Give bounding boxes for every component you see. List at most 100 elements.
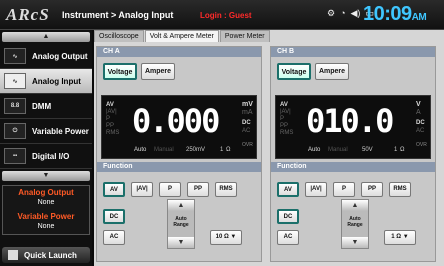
clock: 10:09AM [363, 3, 427, 26]
channel-a-manual: Manual [154, 147, 174, 153]
display-label-dc: DC [242, 120, 251, 126]
app-logo: ARcS [6, 5, 50, 24]
sidebar-item-digital-io[interactable]: ▪▪ Digital I/O [0, 144, 92, 169]
display-label-av: AV [280, 102, 288, 108]
channel-b-mode-row: Voltage Ampere [271, 57, 435, 80]
channel-b-function-row: AV |AV| P PP RMS [277, 182, 411, 197]
dio-icon: ▪▪ [4, 148, 26, 164]
channel-a-ohm: 1 [220, 147, 224, 153]
analog-output-status-label: Analog Output [18, 188, 74, 197]
channel-b-auto: Auto [308, 147, 321, 153]
channel-b-ohm: 1 [394, 147, 398, 153]
output-status-box: Analog Output None Variable Power None [2, 185, 90, 235]
range-up-button[interactable]: ▲ [342, 200, 368, 211]
channel-b-ohm-unit: Ω [400, 147, 405, 153]
tab-power-meter[interactable]: Power Meter [219, 30, 270, 42]
channel-a-voltage-button[interactable]: Voltage [103, 63, 137, 80]
range-down-button[interactable]: ▼ [342, 237, 368, 248]
channel-b-unit-sub: A [416, 109, 421, 116]
settings-icon[interactable]: ⚙ [327, 8, 335, 19]
display-label-ac: AC [416, 128, 425, 134]
channel-b-function-p[interactable]: P [333, 182, 355, 197]
login-status[interactable]: Login : Guest [200, 11, 252, 20]
sidebar-item-label: DMM [32, 101, 52, 111]
display-label-rms: RMS [106, 130, 120, 136]
display-label-rms: RMS [280, 130, 294, 136]
variable-power-status-value: None [37, 223, 55, 230]
channel-a-function-row: AV |AV| P PP RMS [103, 182, 237, 197]
quick-launch-button[interactable]: Quick Launch [2, 247, 90, 263]
title-bar: ARcS Instrument > Analog Input Login : G… [0, 0, 444, 30]
channel-b-ac-button[interactable]: AC [277, 230, 299, 245]
channel-a-function-av[interactable]: AV [103, 182, 125, 197]
display-label-av: AV [106, 102, 114, 108]
scroll-up-button[interactable]: ▲ [2, 32, 90, 42]
channel-a-title: CH A [97, 47, 261, 57]
wifi-icon: ◔ [340, 8, 346, 18]
channel-b-auto-range[interactable]: Auto Range [342, 211, 368, 237]
channel-a-ac-button[interactable]: AC [103, 230, 125, 245]
channel-a-display: AV |AV| P PP RMS 0.000 mV mA DC AC Auto … [101, 95, 257, 159]
sidebar-item-label: Analog Input [32, 76, 81, 86]
sidebar-item-label: Analog Output [32, 51, 88, 61]
channel-b-voltage-button[interactable]: Voltage [277, 63, 311, 80]
channel-b-panel: CH B Voltage Ampere AV |AV| P PP RMS 010… [270, 46, 436, 262]
channel-a-function-p[interactable]: P [159, 182, 181, 197]
channel-a-reading: 0.000 [132, 102, 220, 140]
channel-a-ohm-unit: Ω [226, 147, 231, 153]
channel-b-range-control: ▲ Auto Range ▼ [341, 199, 369, 249]
range-down-button[interactable]: ▼ [168, 237, 194, 248]
channel-b-ohm-select[interactable]: 1 Ω ▼ [384, 230, 416, 245]
channel-b-dc-button[interactable]: DC [277, 209, 299, 224]
channel-a-auto: Auto [134, 147, 147, 153]
display-label-abs-av: |AV| [280, 109, 291, 115]
sidebar-item-analog-input[interactable]: ∿ Analog Input [0, 69, 92, 94]
display-label-pp: PP [106, 123, 115, 129]
channel-b-function-av[interactable]: AV [277, 182, 299, 197]
display-label-p: P [106, 116, 111, 122]
channel-a-unit-main: mV [242, 101, 253, 108]
tab-oscilloscope[interactable]: Oscilloscope [94, 30, 144, 42]
channel-b-function-rms[interactable]: RMS [389, 182, 411, 197]
sidebar: ▲ ∿ Analog Output ∿ Analog Input 8.8 DMM… [0, 30, 92, 266]
channel-a-auto-range[interactable]: Auto Range [168, 211, 194, 237]
clock-time: 10:09 [363, 3, 412, 25]
channel-b-reading: 010.0 [306, 102, 394, 140]
sidebar-item-label: Digital I/O [32, 151, 70, 161]
channel-a-range-control: ▲ Auto Range ▼ [167, 199, 195, 249]
sidebar-item-variable-power[interactable]: ⏻ Variable Power [0, 119, 92, 144]
channel-b-ampere-button[interactable]: Ampere [315, 63, 349, 80]
channel-a-dc-button[interactable]: DC [103, 209, 125, 224]
sidebar-item-dmm[interactable]: 8.8 DMM [0, 94, 92, 119]
sidebar-menu: ∿ Analog Output ∿ Analog Input 8.8 DMM ⏻… [0, 44, 92, 169]
channel-a-range: 250mV [186, 147, 206, 153]
display-label-abs-av: |AV| [106, 109, 117, 115]
waveform-in-icon: ∿ [4, 73, 26, 89]
volume-icon[interactable]: ◀) [351, 8, 361, 19]
display-label-dc: DC [416, 120, 425, 126]
channel-b-ovr: OVR [416, 142, 427, 148]
channel-a-ovr: OVR [242, 142, 253, 148]
grid-icon [8, 250, 18, 260]
scroll-down-button[interactable]: ▼ [2, 171, 90, 181]
channel-b-function-pp[interactable]: PP [361, 182, 383, 197]
channel-b-function-title: Function [271, 162, 435, 172]
channel-a-ohm-select[interactable]: 10 Ω ▼ [210, 230, 242, 245]
channel-b-display: AV |AV| P PP RMS 010.0 V A DC AC Auto Ma… [275, 95, 431, 159]
channel-b-function-abs-av[interactable]: |AV| [305, 182, 327, 197]
dmm-icon: 8.8 [4, 98, 26, 114]
main-area: Oscilloscope Volt & Ampere Meter Power M… [94, 30, 444, 266]
channel-a-function-abs-av[interactable]: |AV| [131, 182, 153, 197]
range-up-button[interactable]: ▲ [168, 200, 194, 211]
sidebar-item-analog-output[interactable]: ∿ Analog Output [0, 44, 92, 69]
tab-bar: Oscilloscope Volt & Ampere Meter Power M… [94, 30, 444, 42]
channel-a-mode-row: Voltage Ampere [97, 57, 261, 80]
waveform-icon: ∿ [4, 48, 26, 64]
tab-volt-ampere-meter[interactable]: Volt & Ampere Meter [144, 30, 219, 42]
display-label-p: P [280, 116, 285, 122]
channel-a-function-rms[interactable]: RMS [215, 182, 237, 197]
channel-a-function-pp[interactable]: PP [187, 182, 209, 197]
quick-launch-label: Quick Launch [24, 250, 77, 260]
sidebar-item-label: Variable Power [32, 126, 89, 136]
channel-a-ampere-button[interactable]: Ampere [141, 63, 175, 80]
